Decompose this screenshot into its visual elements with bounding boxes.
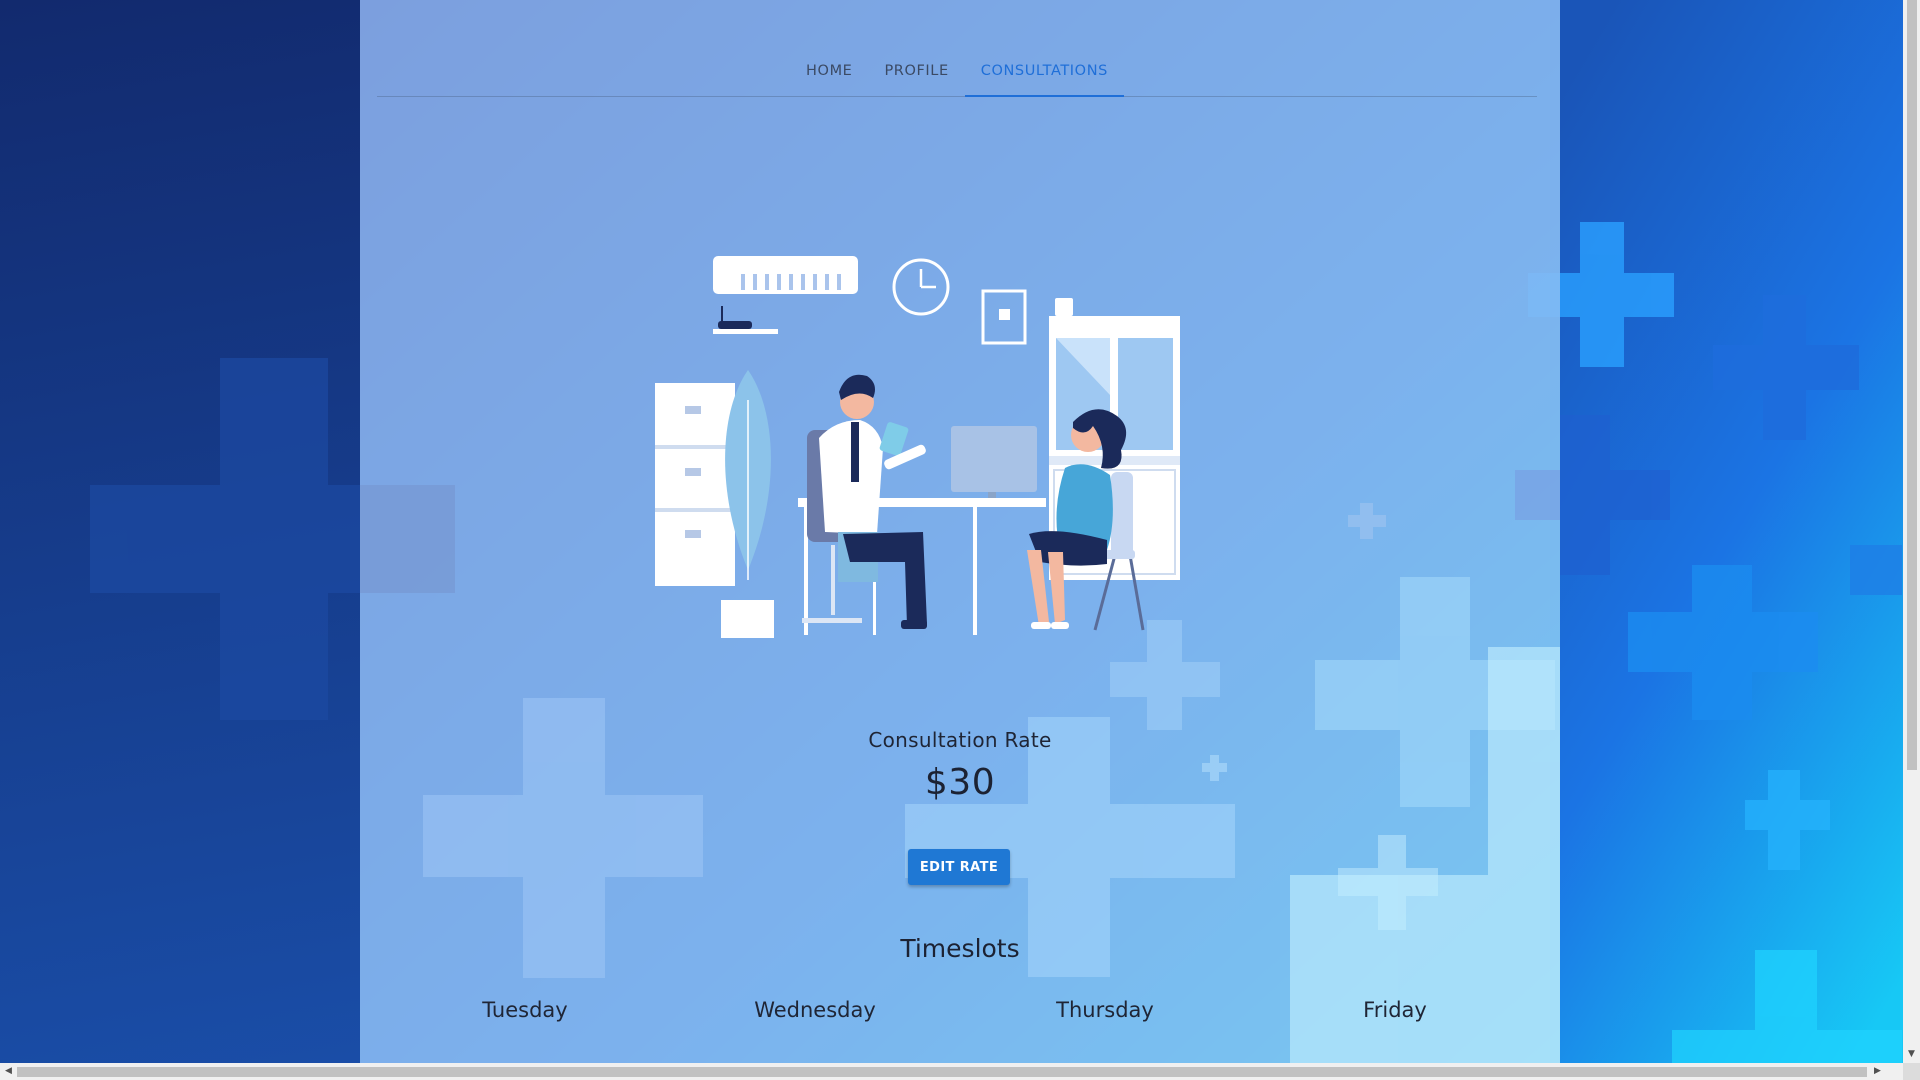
nav-tabs: HOME PROFILE CONSULTATIONS: [377, 48, 1537, 97]
tab-consultations[interactable]: CONSULTATIONS: [964, 48, 1125, 97]
horizontal-scroll-thumb[interactable]: [17, 1067, 1867, 1077]
vertical-scroll-thumb[interactable]: [1907, 0, 1917, 770]
day-friday: Friday: [1363, 998, 1427, 1022]
timeslots-title: Timeslots: [900, 934, 1020, 963]
top-nav: HOME PROFILE CONSULTATIONS: [377, 48, 1537, 97]
tab-profile[interactable]: PROFILE: [868, 48, 964, 96]
arrow-left-icon[interactable]: ◀: [0, 1063, 17, 1080]
arrow-right-icon[interactable]: ▶: [1869, 1063, 1886, 1080]
edit-rate-button[interactable]: EDIT RATE: [908, 849, 1010, 885]
vertical-scrollbar[interactable]: ▼: [1903, 0, 1920, 1063]
day-thursday: Thursday: [1056, 998, 1154, 1022]
arrow-down-icon[interactable]: ▼: [1903, 1046, 1920, 1063]
consultation-rate-value: $30: [924, 762, 996, 803]
tab-home[interactable]: HOME: [790, 48, 868, 96]
doctor-consultation-illustration: [655, 256, 1180, 638]
day-tuesday: Tuesday: [482, 998, 568, 1022]
day-wednesday: Wednesday: [754, 998, 876, 1022]
consultation-rate-label: Consultation Rate: [868, 728, 1052, 752]
horizontal-scrollbar[interactable]: ◀ ▶: [0, 1063, 1903, 1080]
main-panel: HOME PROFILE CONSULTATIONS Consultation …: [360, 0, 1560, 1063]
scrollbar-corner: [1903, 1063, 1920, 1080]
